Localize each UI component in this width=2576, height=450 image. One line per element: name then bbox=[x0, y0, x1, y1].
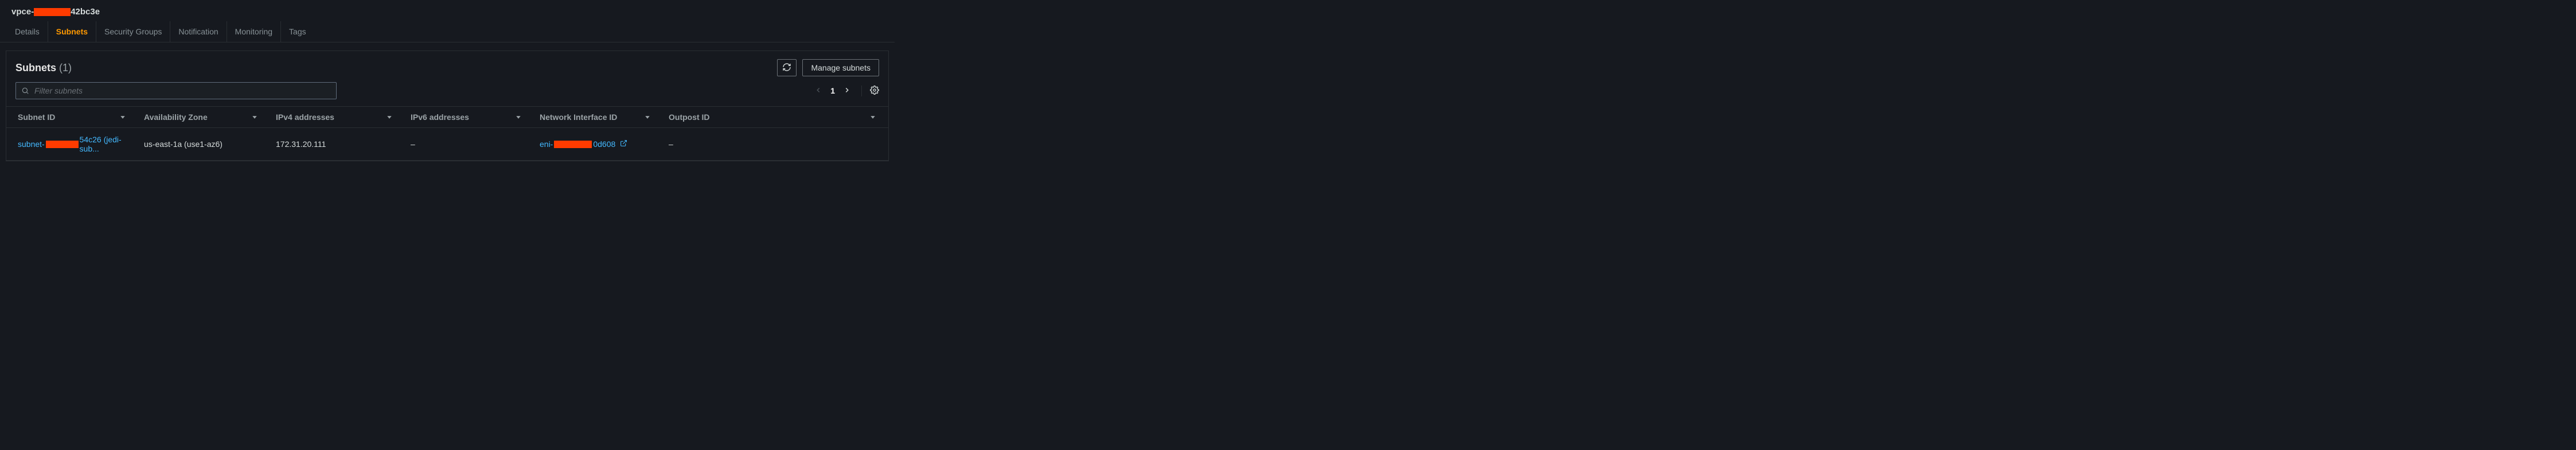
resource-title: vpce- 42bc3e bbox=[0, 0, 895, 21]
tab-monitoring[interactable]: Monitoring bbox=[227, 21, 281, 42]
subnet-suffix: 54c26 (jedi-sub... bbox=[80, 135, 132, 153]
chevron-right-icon bbox=[843, 86, 851, 96]
col-header-ipv4[interactable]: IPv4 addresses bbox=[270, 107, 405, 128]
col-header-label: Network Interface ID bbox=[540, 113, 617, 122]
page-next-button[interactable] bbox=[843, 86, 851, 96]
sort-icon bbox=[120, 113, 126, 122]
eni-prefix: eni- bbox=[540, 139, 553, 149]
col-header-outpost[interactable]: Outpost ID bbox=[663, 107, 888, 128]
subnet-prefix: subnet- bbox=[18, 139, 45, 149]
tab-tags[interactable]: Tags bbox=[281, 21, 314, 42]
col-header-label: Outpost ID bbox=[669, 113, 710, 122]
eni-redacted bbox=[554, 141, 592, 148]
sort-icon bbox=[387, 113, 392, 122]
col-header-subnet-id[interactable]: Subnet ID bbox=[6, 107, 138, 128]
refresh-button[interactable] bbox=[777, 59, 797, 76]
col-header-label: IPv6 addresses bbox=[411, 113, 469, 122]
table-settings-button[interactable] bbox=[870, 86, 879, 96]
subnet-redacted bbox=[46, 141, 79, 148]
col-header-ipv6[interactable]: IPv6 addresses bbox=[405, 107, 534, 128]
tab-subnets[interactable]: Subnets bbox=[48, 21, 96, 42]
tabs: Details Subnets Security Groups Notifica… bbox=[0, 21, 895, 42]
page-prev-button[interactable] bbox=[814, 86, 822, 96]
external-link-icon bbox=[620, 139, 627, 149]
col-header-label: Subnet ID bbox=[18, 113, 55, 122]
col-header-label: IPv4 addresses bbox=[276, 113, 334, 122]
refresh-icon bbox=[782, 63, 791, 73]
subnets-panel: Subnets (1) Manage subnets bbox=[6, 51, 889, 161]
tab-notification[interactable]: Notification bbox=[170, 21, 227, 42]
tab-details[interactable]: Details bbox=[7, 21, 48, 42]
outpost-cell: – bbox=[663, 128, 888, 161]
sort-icon bbox=[252, 113, 257, 122]
tab-security-groups[interactable]: Security Groups bbox=[96, 21, 170, 42]
title-suffix: 42bc3e bbox=[71, 7, 100, 17]
panel-title-text: Subnets bbox=[15, 62, 56, 73]
col-header-eni[interactable]: Network Interface ID bbox=[534, 107, 663, 128]
ipv4-cell: 172.31.20.111 bbox=[270, 128, 405, 161]
col-header-label: Availability Zone bbox=[144, 113, 208, 122]
table-row[interactable]: subnet- 54c26 (jedi-sub... us-east-1a (us… bbox=[6, 128, 888, 161]
az-cell: us-east-1a (use1-az6) bbox=[138, 128, 270, 161]
manage-subnets-button[interactable]: Manage subnets bbox=[802, 59, 879, 76]
eni-link[interactable]: eni- 0d608 bbox=[540, 139, 657, 149]
col-header-az[interactable]: Availability Zone bbox=[138, 107, 270, 128]
subnet-id-link[interactable]: subnet- 54c26 (jedi-sub... bbox=[18, 135, 132, 153]
sort-icon bbox=[516, 113, 521, 122]
panel-title: Subnets (1) bbox=[15, 62, 72, 74]
ipv6-cell: – bbox=[405, 128, 534, 161]
pagination: 1 bbox=[814, 86, 879, 96]
panel-header: Subnets (1) Manage subnets bbox=[6, 51, 888, 82]
gear-icon bbox=[870, 86, 879, 96]
title-redacted bbox=[34, 8, 71, 16]
chevron-left-icon bbox=[814, 86, 822, 96]
title-prefix: vpce- bbox=[11, 7, 34, 17]
sort-icon bbox=[645, 113, 650, 122]
subnets-table: Subnet ID Availability Zone IPv4 address… bbox=[6, 106, 888, 161]
filter-input[interactable] bbox=[15, 82, 337, 99]
eni-suffix: 0d608 bbox=[593, 139, 615, 149]
page-number: 1 bbox=[830, 86, 835, 95]
sort-icon bbox=[870, 113, 876, 122]
filter-row: 1 bbox=[6, 82, 888, 106]
panel-title-count: (1) bbox=[59, 62, 72, 73]
